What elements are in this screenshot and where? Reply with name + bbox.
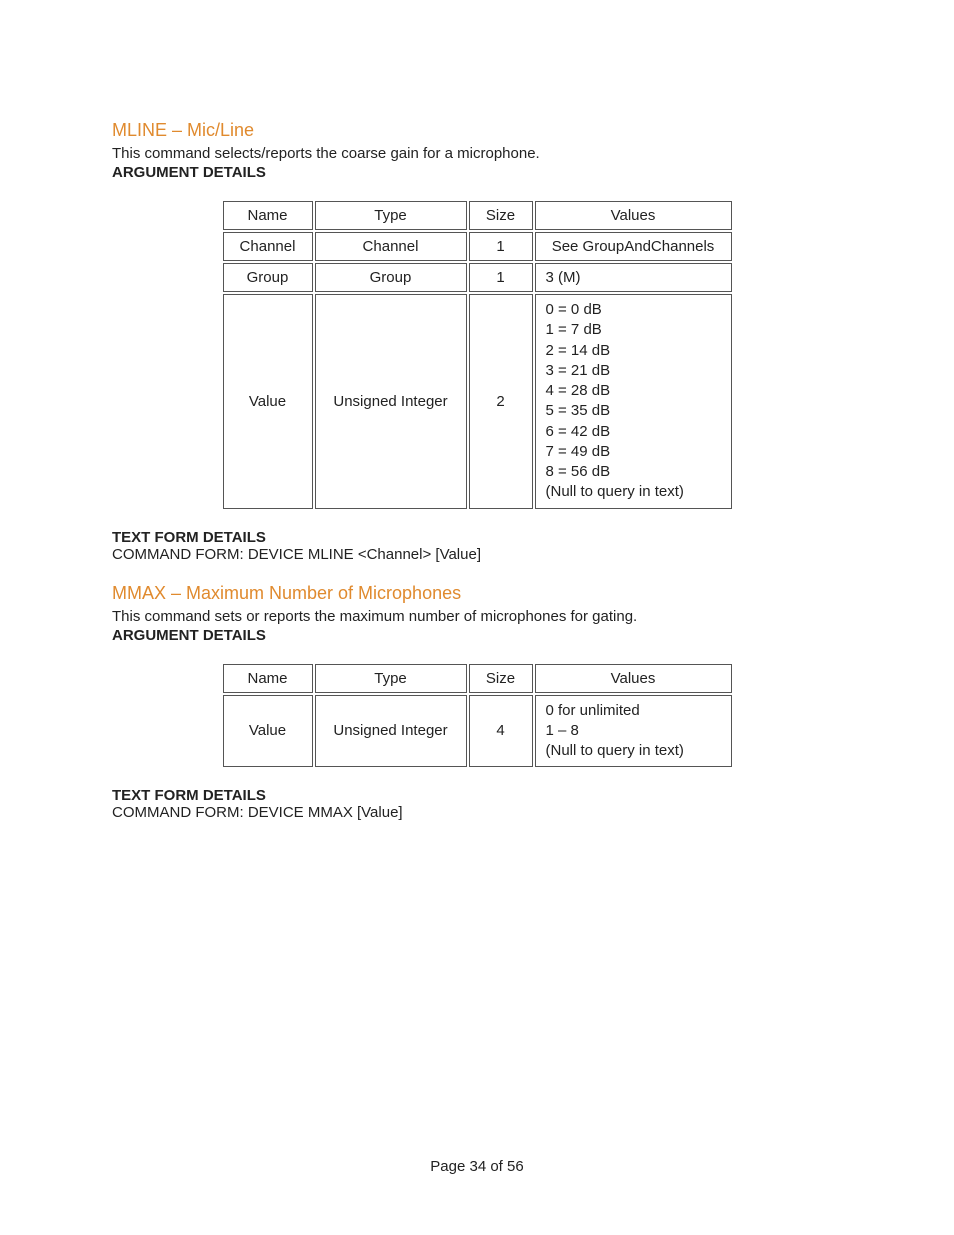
table-row: Channel Channel 1 See GroupAndChannels xyxy=(223,232,732,261)
cell-type: Unsigned Integer xyxy=(315,294,467,509)
col-header-values: Values xyxy=(535,201,732,230)
mmax-heading: MMAX – Maximum Number of Microphones xyxy=(112,583,842,604)
mmax-description: This command sets or reports the maximum… xyxy=(112,608,842,625)
cell-type: Unsigned Integer xyxy=(315,695,467,768)
col-header-size: Size xyxy=(469,664,533,693)
cell-size: 2 xyxy=(469,294,533,509)
mmax-textform-head: TEXT FORM DETAILS xyxy=(112,787,842,804)
cell-type: Group xyxy=(315,263,467,292)
page-footer: Page 34 of 56 xyxy=(0,1158,954,1175)
cell-name: Value xyxy=(223,695,313,768)
mline-table-wrap: Name Type Size Values Channel Channel 1 … xyxy=(112,199,842,511)
col-header-type: Type xyxy=(315,664,467,693)
mmax-table-wrap: Name Type Size Values Value Unsigned Int… xyxy=(112,662,842,770)
cell-size: 1 xyxy=(469,263,533,292)
mline-textform: COMMAND FORM: DEVICE MLINE <Channel> [Va… xyxy=(112,546,842,563)
mline-heading: MLINE – Mic/Line xyxy=(112,120,842,141)
cell-values: 3 (M) xyxy=(535,263,732,292)
mline-textform-head: TEXT FORM DETAILS xyxy=(112,529,842,546)
col-header-type: Type xyxy=(315,201,467,230)
cell-size: 4 xyxy=(469,695,533,768)
table-header-row: Name Type Size Values xyxy=(223,201,732,230)
mmax-table: Name Type Size Values Value Unsigned Int… xyxy=(221,662,734,770)
cell-type: Channel xyxy=(315,232,467,261)
col-header-values: Values xyxy=(535,664,732,693)
mmax-textform: COMMAND FORM: DEVICE MMAX [Value] xyxy=(112,804,842,821)
col-header-name: Name xyxy=(223,201,313,230)
col-header-size: Size xyxy=(469,201,533,230)
mmax-section: MMAX – Maximum Number of Microphones Thi… xyxy=(112,583,842,822)
cell-size: 1 xyxy=(469,232,533,261)
mline-table: Name Type Size Values Channel Channel 1 … xyxy=(221,199,734,511)
mline-description: This command selects/reports the coarse … xyxy=(112,145,842,162)
cell-name: Group xyxy=(223,263,313,292)
mline-argument-details-head: ARGUMENT DETAILS xyxy=(112,164,842,181)
table-header-row: Name Type Size Values xyxy=(223,664,732,693)
cell-values: See GroupAndChannels xyxy=(535,232,732,261)
table-row: Value Unsigned Integer 2 0 = 0 dB1 = 7 d… xyxy=(223,294,732,509)
table-row: Group Group 1 3 (M) xyxy=(223,263,732,292)
table-row: Value Unsigned Integer 4 0 for unlimited… xyxy=(223,695,732,768)
cell-values: 0 for unlimited1 – 8(Null to query in te… xyxy=(535,695,732,768)
mmax-argument-details-head: ARGUMENT DETAILS xyxy=(112,627,842,644)
cell-values: 0 = 0 dB1 = 7 dB2 = 14 dB3 = 21 dB4 = 28… xyxy=(535,294,732,509)
cell-name: Value xyxy=(223,294,313,509)
document-page: MLINE – Mic/Line This command selects/re… xyxy=(0,0,954,1235)
cell-name: Channel xyxy=(223,232,313,261)
col-header-name: Name xyxy=(223,664,313,693)
